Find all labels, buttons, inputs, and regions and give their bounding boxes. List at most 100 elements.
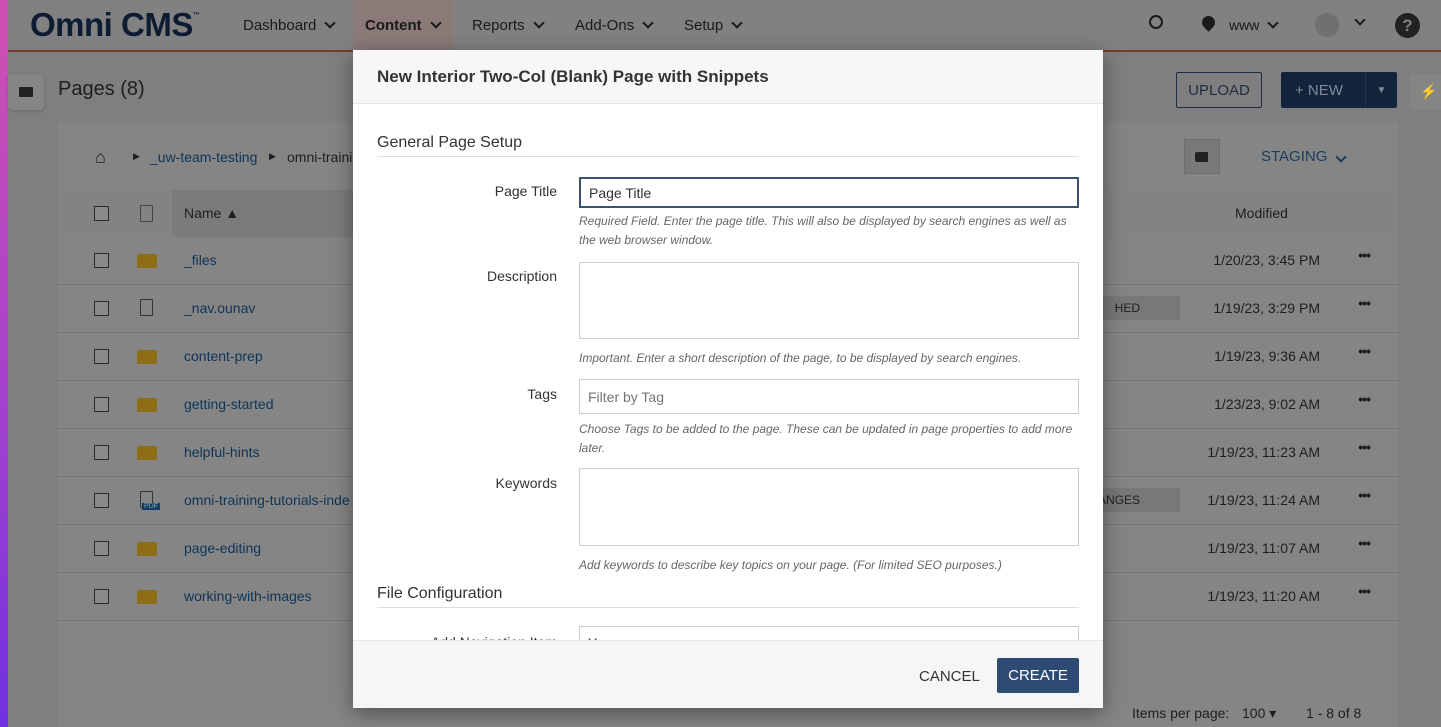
page-title: Pages (8) <box>58 78 145 100</box>
more-actions-icon[interactable]: ••• <box>1358 247 1371 263</box>
section-general-page-setup: General Page Setup <box>377 134 1079 157</box>
nav-label: Dashboard <box>243 16 317 34</box>
site-label: www <box>1229 17 1260 33</box>
more-actions-icon[interactable]: ••• <box>1358 343 1371 359</box>
nav-reports[interactable]: Reports <box>460 0 555 50</box>
chevron-down-icon <box>532 16 545 29</box>
folder-toggle-button[interactable] <box>8 74 44 110</box>
folder-icon <box>137 254 157 268</box>
modified-column-header[interactable]: Modified <box>1235 205 1288 221</box>
omni-cms-logo[interactable]: Omni CMS™ <box>30 6 200 44</box>
page-title-label: Page Title <box>494 183 557 199</box>
items-per-page-label: Items per page: <box>1132 705 1230 721</box>
chevron-down-icon <box>642 16 654 29</box>
breadcrumb-link[interactable]: _uw-team-testing <box>150 149 257 165</box>
nav-label: Content <box>365 16 422 34</box>
chevron-down-icon <box>324 16 337 29</box>
pagination-range: 1 - 8 of 8 <box>1306 705 1362 721</box>
select-all-checkbox[interactable] <box>94 206 109 221</box>
home-icon[interactable]: ⌂ <box>95 147 106 168</box>
row-checkbox[interactable] <box>94 301 109 316</box>
row-checkbox[interactable] <box>94 589 109 604</box>
modified-date: 1/19/23, 11:07 AM <box>1207 540 1320 556</box>
file-name-link[interactable]: helpful-hints <box>184 444 260 460</box>
file-name-link[interactable]: page-editing <box>184 540 261 556</box>
logo-text: Omni CMS <box>30 6 193 43</box>
nav-content[interactable]: Content <box>353 0 452 50</box>
file-name-link[interactable]: omni-training-tutorials-inde <box>184 492 350 508</box>
modal-footer: CANCEL CREATE <box>353 640 1103 708</box>
modified-date: 1/19/23, 3:29 PM <box>1213 300 1320 316</box>
more-actions-icon[interactable]: ••• <box>1358 439 1371 455</box>
staging-dropdown[interactable]: STAGING <box>1261 148 1348 165</box>
row-checkbox[interactable] <box>94 445 109 460</box>
tags-label: Tags <box>527 386 557 402</box>
items-per-page-select[interactable]: 100 ▾ <box>1242 705 1276 722</box>
name-header-label: Name ▲ <box>184 205 240 221</box>
modified-date: 1/19/23, 11:20 AM <box>1207 588 1320 604</box>
row-checkbox[interactable] <box>94 541 109 556</box>
folder-icon <box>137 542 157 556</box>
site-selector[interactable]: www <box>1217 0 1289 50</box>
folder-icon <box>137 350 157 364</box>
new-page-modal: New Interior Two-Col (Blank) Page with S… <box>353 50 1103 708</box>
avatar[interactable] <box>1315 13 1339 37</box>
caret-down-icon[interactable]: ▼ <box>1365 72 1397 108</box>
new-button[interactable]: + NEW ▼ <box>1281 72 1397 108</box>
row-checkbox[interactable] <box>94 349 109 364</box>
file-name-link[interactable]: getting-started <box>184 396 274 412</box>
file-name-link[interactable]: working-with-images <box>184 588 312 604</box>
upload-button[interactable]: UPLOAD <box>1176 72 1262 108</box>
modified-date: 1/20/23, 3:45 PM <box>1213 252 1320 268</box>
create-button[interactable]: CREATE <box>997 658 1079 693</box>
page-title-help: Required Field. Enter the page title. Th… <box>579 214 1067 247</box>
file-name-link[interactable]: _nav.ounav <box>184 300 255 316</box>
page-title-input[interactable] <box>579 177 1079 208</box>
more-actions-icon[interactable]: ••• <box>1358 583 1371 599</box>
staging-label: STAGING <box>1261 148 1328 165</box>
help-icon[interactable]: ? <box>1395 13 1420 38</box>
folder-icon <box>19 87 33 97</box>
folder-icon <box>137 398 157 412</box>
plug-icon[interactable]: ⚡ <box>1410 74 1441 110</box>
modal-title: New Interior Two-Col (Blank) Page with S… <box>353 50 1103 104</box>
chevron-down-icon <box>429 16 442 29</box>
file-type-icon <box>140 205 153 222</box>
keywords-help: Add keywords to describe key topics on y… <box>579 558 1002 572</box>
keywords-textarea[interactable] <box>579 468 1079 546</box>
tag-filter-button[interactable] <box>1184 139 1220 174</box>
folder-icon <box>137 446 157 460</box>
nav-add-ons[interactable]: Add-Ons <box>563 0 664 50</box>
row-checkbox[interactable] <box>94 493 109 508</box>
more-actions-icon[interactable]: ••• <box>1358 487 1371 503</box>
modified-date: 1/23/23, 9:02 AM <box>1214 396 1320 412</box>
file-name-link[interactable]: content-prep <box>184 348 263 364</box>
row-checkbox[interactable] <box>94 253 109 268</box>
row-checkbox[interactable] <box>94 397 109 412</box>
description-label: Description <box>486 268 557 284</box>
logo-tm: ™ <box>192 12 200 19</box>
nav-dashboard[interactable]: Dashboard <box>231 0 346 50</box>
nav-label: Add-Ons <box>575 16 635 34</box>
file-name-link[interactable]: _files <box>184 252 217 268</box>
desktop-wallpaper-edge <box>0 0 8 727</box>
more-actions-icon[interactable]: ••• <box>1358 391 1371 407</box>
more-actions-icon[interactable]: ••• <box>1358 535 1371 551</box>
search-icon[interactable] <box>1149 15 1163 29</box>
tags-help: Choose Tags to be added to the page. The… <box>579 422 1073 455</box>
chevron-down-icon <box>1267 16 1280 29</box>
more-actions-icon[interactable]: ••• <box>1358 295 1371 311</box>
cancel-button[interactable]: CANCEL <box>909 659 990 693</box>
breadcrumb-current: omni-traini <box>287 149 353 165</box>
tag-icon <box>1195 152 1208 162</box>
caret-right-icon: ▶ <box>269 151 276 161</box>
description-help: Important. Enter a short description of … <box>579 351 1022 365</box>
keywords-label: Keywords <box>495 475 557 491</box>
nav-label: Setup <box>684 16 724 34</box>
chevron-down-icon <box>731 16 743 29</box>
tags-input[interactable] <box>579 379 1079 414</box>
section-file-configuration: File Configuration <box>377 585 1079 608</box>
nav-setup[interactable]: Setup <box>672 0 753 50</box>
modified-date: 1/19/23, 11:23 AM <box>1207 444 1320 460</box>
description-textarea[interactable] <box>579 262 1079 339</box>
